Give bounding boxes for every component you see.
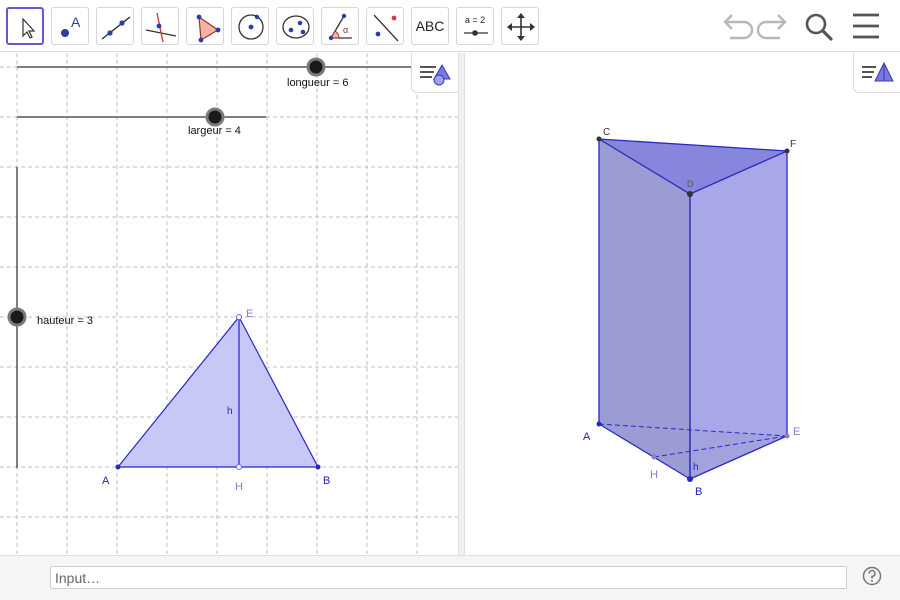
move-graphics-view-tool[interactable] [501, 7, 539, 45]
point-tool[interactable]: A [51, 7, 89, 45]
style-bar-3d-icon [862, 61, 894, 82]
text-icon: ABC [415, 18, 445, 34]
style-bar-icon [420, 63, 451, 86]
angle-icon: α [328, 13, 352, 41]
slider-longueur-label: longueur = 6 [287, 77, 348, 89]
ellipse-icon [282, 15, 310, 39]
slider-largeur-handle[interactable] [205, 107, 225, 127]
label-e-3d: E [793, 426, 800, 438]
move-tool[interactable] [6, 7, 44, 45]
point-e[interactable] [236, 314, 242, 320]
slider-hauteur-handle[interactable] [7, 307, 27, 327]
style-bar-toggle-3d[interactable] [853, 53, 900, 93]
menu-icon[interactable] [848, 0, 888, 52]
label-b: B [323, 475, 330, 487]
ellipse-tool[interactable] [276, 7, 314, 45]
slider-longueur[interactable]: longueur = 6 [17, 57, 458, 89]
slider-icon [464, 30, 488, 36]
graphics-3d-canvas[interactable]: C F D A B E H h [465, 53, 900, 555]
label-height-h-3d: h [693, 462, 699, 473]
graphics-view-2d[interactable]: longueur = 6 largeur = 4 hauteur = 3 A B… [0, 53, 458, 555]
label-h: H [235, 481, 243, 493]
angle-tool[interactable]: α [321, 7, 359, 45]
redo-icon[interactable] [754, 0, 794, 52]
slider-tool[interactable]: a = 2 [456, 7, 494, 45]
label-f-3d: F [790, 139, 796, 150]
point-b-3d[interactable] [687, 476, 693, 482]
label-d-3d: D [687, 179, 694, 189]
slider-longueur-handle[interactable] [306, 57, 326, 77]
view-splitter[interactable] [458, 53, 465, 555]
circle-center-point-icon [238, 14, 264, 40]
slider-largeur[interactable]: largeur = 4 [17, 107, 266, 137]
algebra-input-field[interactable] [50, 566, 847, 589]
svg-text:A: A [71, 14, 81, 30]
toolbar: A α ABC a = 2 [0, 0, 900, 52]
point-b[interactable] [315, 464, 321, 470]
point-f[interactable] [784, 148, 790, 154]
text-tool[interactable]: ABC [411, 7, 449, 45]
graphics-view-3d[interactable]: C F D A B E H h [465, 53, 900, 555]
label-b-3d: B [695, 486, 702, 498]
perpendicular-line-tool[interactable] [141, 7, 179, 45]
label-height-h: h [227, 406, 233, 417]
line-icon [101, 16, 131, 40]
point-a[interactable] [115, 464, 121, 470]
slider-hauteur[interactable]: hauteur = 3 [7, 167, 93, 468]
svg-text:α: α [343, 25, 348, 35]
search-icon[interactable] [800, 0, 840, 52]
prism-face-front[interactable] [690, 151, 787, 479]
point-d[interactable] [687, 191, 693, 197]
perpendicular-icon [145, 12, 177, 43]
reflect-icon [373, 14, 399, 42]
undo-icon[interactable] [716, 0, 756, 52]
point-icon: A [61, 14, 81, 37]
slider-largeur-label: largeur = 4 [188, 125, 241, 137]
move-view-icon [507, 13, 535, 41]
help-icon[interactable] [862, 566, 882, 586]
label-c-3d: C [603, 127, 610, 138]
point-h-3d[interactable] [651, 454, 657, 460]
polygon-tool[interactable] [186, 7, 224, 45]
style-bar-toggle-2d[interactable] [411, 53, 458, 93]
label-a: A [102, 475, 110, 487]
point-e-3d[interactable] [784, 433, 790, 439]
point-c[interactable] [596, 136, 602, 142]
line-tool[interactable] [96, 7, 134, 45]
label-a-3d: A [583, 431, 591, 443]
reflect-tool[interactable] [366, 7, 404, 45]
slider-hauteur-label: hauteur = 3 [37, 315, 93, 327]
input-bar [0, 555, 900, 600]
polygon-icon [196, 14, 221, 43]
circle-tool[interactable] [231, 7, 269, 45]
triangle-abe[interactable] [116, 315, 319, 468]
point-h[interactable] [236, 464, 242, 470]
label-h-3d: H [650, 469, 658, 481]
label-e: E [246, 308, 253, 320]
arrow-cursor-icon [22, 17, 36, 39]
point-a-3d[interactable] [596, 421, 602, 427]
graphics-2d-canvas[interactable]: longueur = 6 largeur = 4 hauteur = 3 A B… [0, 53, 458, 555]
